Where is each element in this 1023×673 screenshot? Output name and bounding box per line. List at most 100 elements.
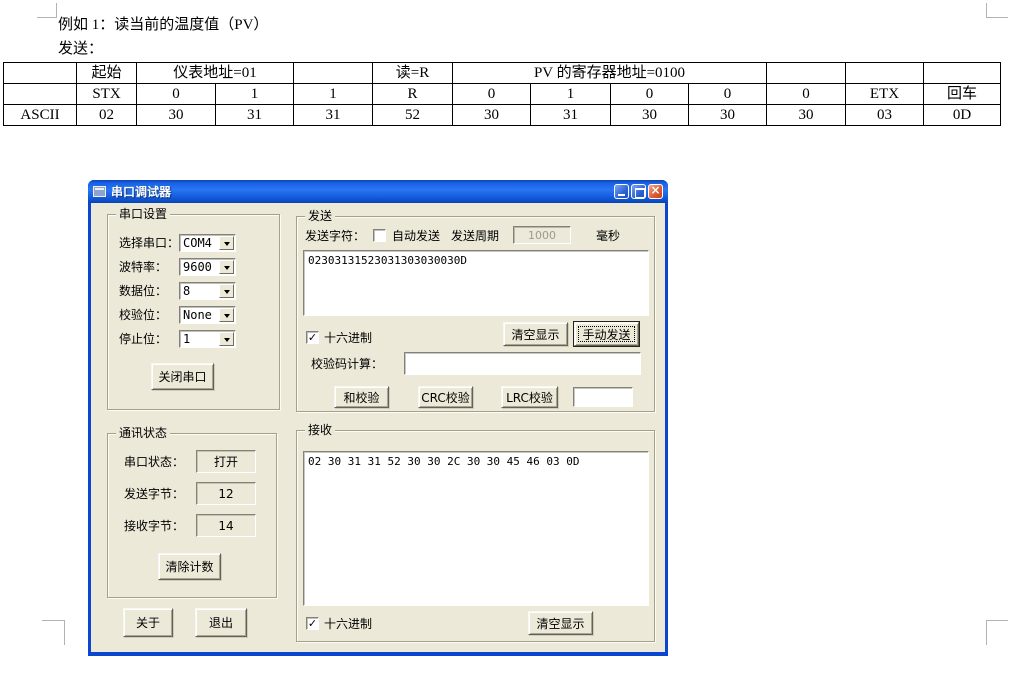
serial-debugger-window: 串口调试器 串口设置 选择串口： COM4 波特率： 9600 数据位： 8 — [88, 180, 668, 656]
table-cell: ASCII — [4, 105, 77, 126]
table-cell — [4, 84, 77, 105]
auto-send-checkbox[interactable] — [373, 229, 386, 242]
table-row-ascii: ASCII 02 30 31 31 52 30 31 30 30 30 03 0… — [4, 105, 1001, 126]
send-period-label: 发送周期 — [451, 228, 499, 244]
parity-value: None — [183, 308, 212, 322]
receive-group-title: 接收 — [305, 423, 335, 437]
table-row-chars: STX 0 1 1 R 0 1 0 0 0 ETX 回车 — [4, 84, 1001, 105]
comm-status-title: 通讯状态 — [116, 426, 170, 440]
serial-settings-group: 串口设置 选择串口： COM4 波特率： 9600 数据位： 8 校验位： No… — [107, 214, 280, 410]
sent-bytes-label: 发送字节： — [124, 486, 184, 502]
chevron-down-icon[interactable] — [219, 332, 234, 346]
manual-send-button[interactable]: 手动发送 — [574, 322, 639, 346]
table-row-header: 起始 仪表地址=01 读=R PV 的寄存器地址=0100 — [4, 63, 1001, 84]
table-cell: 02 — [77, 105, 137, 126]
data-bits-select[interactable]: 8 — [179, 282, 236, 300]
send-hex-checkbox[interactable] — [306, 331, 319, 344]
minimize-button[interactable] — [614, 184, 629, 199]
table-cell: 0 — [611, 84, 689, 105]
ascii-frame-table: 起始 仪表地址=01 读=R PV 的寄存器地址=0100 STX 0 1 1 … — [3, 62, 1001, 126]
table-cell — [4, 63, 77, 84]
exit-button[interactable]: 退出 — [195, 608, 247, 637]
serial-settings-title: 串口设置 — [116, 207, 170, 221]
com-port-label: 选择串口： — [119, 235, 179, 251]
clear-count-button[interactable]: 清除计数 — [158, 553, 221, 580]
table-cell: 0 — [767, 84, 846, 105]
receive-hex-checkbox[interactable] — [306, 617, 319, 630]
table-cell — [924, 63, 1001, 84]
table-cell: 0 — [689, 84, 767, 105]
chevron-down-icon[interactable] — [219, 308, 234, 322]
table-cell-start: 起始 — [77, 63, 137, 84]
table-cell-register: PV 的寄存器地址=0100 — [453, 63, 767, 84]
table-cell: 回车 — [924, 84, 1001, 105]
receive-group: 接收 02 30 31 31 52 30 30 2C 30 30 45 46 0… — [296, 430, 655, 642]
table-cell: 52 — [373, 105, 453, 126]
table-cell: 0 — [453, 84, 531, 105]
crc-check-button[interactable]: CRC校验 — [418, 386, 473, 408]
sum-check-button[interactable]: 和校验 — [334, 386, 389, 408]
data-bits-value: 8 — [183, 284, 190, 298]
chevron-down-icon[interactable] — [219, 260, 234, 274]
port-state-label: 串口状态： — [124, 454, 184, 470]
lrc-check-button[interactable]: LRC校验 — [501, 386, 558, 408]
send-group-title: 发送 — [305, 209, 335, 223]
receive-hex-label: 十六进制 — [324, 616, 372, 632]
com-port-select[interactable]: COM4 — [179, 234, 236, 252]
checksum-calc-label: 校验码计算： — [311, 356, 383, 372]
received-bytes-value: 14 — [196, 514, 256, 537]
stop-bits-select[interactable]: 1 — [179, 330, 236, 348]
send-group: 发送 发送字符： 自动发送 发送周期 1000 毫秒 0230313152303… — [296, 216, 655, 412]
table-cell-address: 仪表地址=01 — [137, 63, 294, 84]
table-cell: 31 — [216, 105, 294, 126]
doc-heading: 例如 1：读当前的温度值（PV） — [58, 13, 268, 34]
margin-mark-top-right — [986, 3, 1008, 18]
close-port-button[interactable]: 关闭串口 — [151, 363, 214, 390]
baud-rate-select[interactable]: 9600 — [179, 258, 236, 276]
table-cell — [767, 63, 846, 84]
table-cell: 30 — [453, 105, 531, 126]
table-cell: 0D — [924, 105, 1001, 126]
window-title: 串口调试器 — [111, 183, 171, 200]
chevron-down-icon[interactable] — [219, 284, 234, 298]
parity-select[interactable]: None — [179, 306, 236, 324]
chevron-down-icon[interactable] — [219, 236, 234, 250]
app-window-icon — [93, 186, 106, 197]
doc-send-label: 发送： — [58, 37, 103, 58]
data-bits-label: 数据位： — [119, 283, 167, 299]
table-cell: 30 — [611, 105, 689, 126]
window-client-area: 串口设置 选择串口： COM4 波特率： 9600 数据位： 8 校验位： No… — [91, 203, 665, 652]
baud-rate-value: 9600 — [183, 260, 212, 274]
table-cell: 0 — [137, 84, 216, 105]
send-data-textarea[interactable]: 02303131523031303030030D — [303, 250, 649, 316]
window-titlebar[interactable]: 串口调试器 — [88, 180, 668, 203]
stop-bits-value: 1 — [183, 332, 190, 346]
table-cell — [294, 63, 373, 84]
send-clear-display-button[interactable]: 清空显示 — [503, 322, 568, 346]
table-cell: 30 — [689, 105, 767, 126]
about-button[interactable]: 关于 — [123, 608, 173, 637]
receive-data-textarea[interactable]: 02 30 31 31 52 30 30 2C 30 30 45 46 03 0… — [303, 451, 649, 606]
table-cell: ETX — [846, 84, 924, 105]
com-port-value: COM4 — [183, 236, 212, 250]
table-cell — [846, 63, 924, 84]
table-cell: STX — [77, 84, 137, 105]
table-cell: 1 — [531, 84, 611, 105]
milliseconds-label: 毫秒 — [596, 228, 620, 244]
table-cell: 31 — [531, 105, 611, 126]
margin-mark-bottom-right — [986, 620, 1008, 645]
send-chars-label: 发送字符： — [305, 228, 365, 244]
received-bytes-label: 接收字节： — [124, 518, 184, 534]
table-cell: 31 — [294, 105, 373, 126]
table-cell: 30 — [767, 105, 846, 126]
checksum-result-input[interactable] — [573, 387, 633, 407]
parity-label: 校验位： — [119, 307, 167, 323]
margin-mark-bottom-left — [42, 620, 65, 645]
maximize-button[interactable] — [631, 184, 646, 199]
close-button[interactable] — [648, 184, 663, 199]
table-cell: 30 — [137, 105, 216, 126]
checksum-input[interactable] — [404, 352, 641, 375]
table-cell: 1 — [294, 84, 373, 105]
receive-clear-display-button[interactable]: 清空显示 — [528, 611, 593, 635]
table-cell: R — [373, 84, 453, 105]
